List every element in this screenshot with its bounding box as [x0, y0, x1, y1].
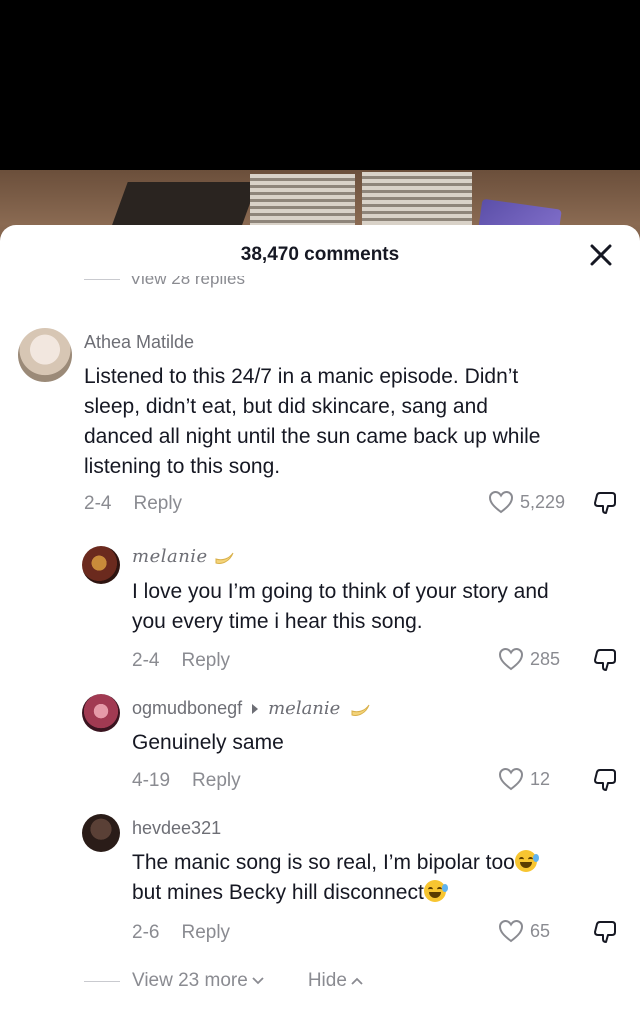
reply-arrow-icon — [252, 703, 259, 714]
joy-emoji-icon — [423, 880, 448, 902]
reply-button[interactable]: Reply — [133, 493, 182, 515]
comment-date: 4-19 — [132, 770, 171, 791]
reply-button[interactable]: Reply — [192, 770, 241, 792]
like-count: 65 — [530, 920, 551, 941]
comment-author-row: ogmudbonegf melanie — [132, 698, 372, 719]
view-more-label: View 23 more — [132, 970, 248, 991]
dislike-button[interactable] — [592, 647, 618, 673]
heart-icon — [498, 767, 524, 791]
comment-date: 2-6 — [132, 922, 160, 943]
like-button[interactable]: 285 — [498, 647, 560, 671]
comment-line: sleep, didn’t eat, but did skincare, san… — [84, 395, 488, 418]
close-icon — [590, 244, 612, 266]
comment-date: 2-4 — [132, 650, 160, 671]
comment-line: The manic song is so real, I’m bipolar t… — [132, 848, 539, 878]
dislike-button[interactable] — [592, 490, 618, 516]
comment-line: you every time i hear this song. — [132, 610, 423, 633]
comment-meta: 2-6 Reply — [132, 922, 230, 944]
comment-line-text: The manic song is so real, I’m bipolar t… — [132, 851, 515, 874]
chevron-up-icon — [351, 977, 363, 985]
comment-meta: 4-19 Reply — [132, 770, 241, 792]
comment-line: Listened to this 24/7 in a manic episode… — [84, 365, 519, 388]
comment-line: I love you I’m going to think of your st… — [132, 580, 549, 603]
comment-text: I love you I’m going to think of your st… — [132, 577, 549, 637]
avatar[interactable] — [82, 814, 120, 852]
divider-line — [84, 278, 120, 280]
comment-author-row: melanie — [132, 546, 236, 567]
like-count: 285 — [530, 648, 561, 669]
comment-line: listening to this song. — [84, 455, 281, 478]
dislike-icon — [594, 649, 616, 671]
comment-meta: 2-4 Reply — [132, 650, 230, 672]
view-more-button[interactable]: View 23 more — [132, 970, 264, 992]
moon-icon — [351, 704, 370, 716]
avatar[interactable] — [82, 546, 120, 584]
sweat-smile-emoji-icon — [514, 850, 539, 872]
comment-date: 2-4 — [84, 493, 112, 514]
comment-text: Genuinely same — [132, 728, 284, 758]
avatar[interactable] — [18, 328, 72, 382]
close-button[interactable] — [586, 240, 616, 270]
like-button[interactable]: 12 — [498, 767, 550, 791]
reply-button[interactable]: Reply — [181, 922, 230, 944]
dislike-icon — [594, 492, 616, 514]
heart-icon — [488, 490, 514, 514]
comment-line: danced all night until the sun came back… — [84, 425, 541, 448]
divider-line — [84, 980, 120, 982]
comment-author[interactable]: ogmudbonegf — [132, 698, 242, 719]
comment-author[interactable]: Athea Matilde — [84, 332, 194, 353]
view-replies-label: View 28 replies — [130, 276, 245, 288]
comments-count-title: 38,470 comments — [240, 244, 400, 265]
heart-icon — [498, 919, 524, 943]
replies-footer: View 23 more Hide — [84, 970, 363, 992]
like-button[interactable]: 65 — [498, 919, 550, 943]
avatar[interactable] — [82, 694, 120, 732]
dislike-icon — [594, 769, 616, 791]
moon-icon — [215, 552, 234, 564]
hide-button[interactable]: Hide — [308, 970, 363, 992]
comment-text: Listened to this 24/7 in a manic episode… — [84, 362, 540, 482]
like-count: 5,229 — [520, 491, 566, 512]
view-replies-cutoff[interactable]: View 28 replies — [84, 276, 245, 292]
reply-to-author[interactable]: melanie — [268, 698, 340, 719]
hide-label: Hide — [307, 970, 347, 991]
dislike-button[interactable] — [592, 767, 618, 793]
like-button[interactable]: 5,229 — [488, 490, 565, 514]
comment-text: The manic song is so real, I’m bipolar t… — [132, 848, 539, 908]
dislike-icon — [594, 921, 616, 943]
dislike-button[interactable] — [592, 919, 618, 945]
comment-author[interactable]: melanie — [132, 546, 208, 567]
heart-icon — [498, 647, 524, 671]
comment-author[interactable]: hevdee321 — [132, 818, 221, 839]
like-count: 12 — [530, 768, 551, 789]
chevron-down-icon — [252, 977, 264, 985]
comment-meta: 2-4 Reply — [84, 493, 182, 515]
comment-line: Genuinely same — [132, 731, 284, 754]
comment-line-text: but mines Becky hill disconnect — [132, 881, 424, 904]
reply-button[interactable]: Reply — [181, 650, 230, 672]
comment-line: but mines Becky hill disconnect — [132, 878, 537, 908]
